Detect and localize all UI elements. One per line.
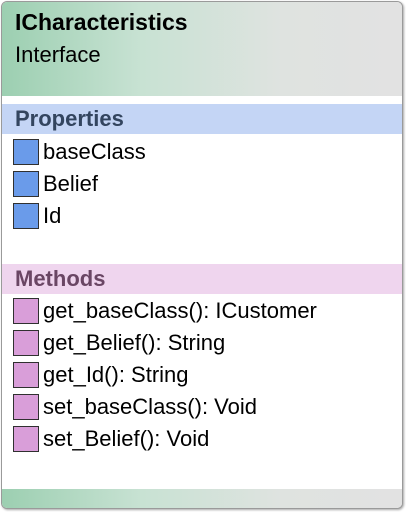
method-item-get-belief[interactable]: get_Belief(): String <box>13 329 225 357</box>
property-icon <box>13 203 39 229</box>
method-label: get_baseClass(): ICustomer <box>43 298 317 323</box>
method-item-set-belief[interactable]: set_Belief(): Void <box>13 425 209 453</box>
property-icon <box>13 139 39 165</box>
property-icon <box>13 171 39 197</box>
method-label: get_Id(): String <box>43 362 189 387</box>
method-item-get-baseclass[interactable]: get_baseClass(): ICustomer <box>13 297 317 325</box>
method-icon <box>13 298 39 324</box>
method-label: get_Belief(): String <box>43 330 226 355</box>
class-footer <box>2 489 402 508</box>
property-label: Id <box>43 203 62 228</box>
class-stereotype: Interface <box>15 42 101 67</box>
properties-section-title[interactable]: Properties <box>2 104 402 134</box>
property-item-belief[interactable]: Belief <box>13 170 98 198</box>
property-item-baseclass[interactable]: baseClass <box>13 138 146 166</box>
property-label: Belief <box>43 171 99 196</box>
method-icon <box>13 394 39 420</box>
property-label: baseClass <box>43 139 146 164</box>
method-icon <box>13 362 39 388</box>
method-icon <box>13 330 39 356</box>
class-header: ICharacteristics Interface <box>2 2 402 96</box>
property-item-id[interactable]: Id <box>13 202 61 230</box>
method-icon <box>13 426 39 452</box>
method-item-set-baseclass[interactable]: set_baseClass(): Void <box>13 393 257 421</box>
class-name: ICharacteristics <box>15 9 188 35</box>
methods-section-title[interactable]: Methods <box>2 264 402 294</box>
class-box[interactable]: ICharacteristics Interface Properties ba… <box>1 1 403 509</box>
method-label: set_baseClass(): Void <box>43 394 257 419</box>
method-label: set_Belief(): Void <box>43 426 210 451</box>
method-item-get-id[interactable]: get_Id(): String <box>13 361 189 389</box>
